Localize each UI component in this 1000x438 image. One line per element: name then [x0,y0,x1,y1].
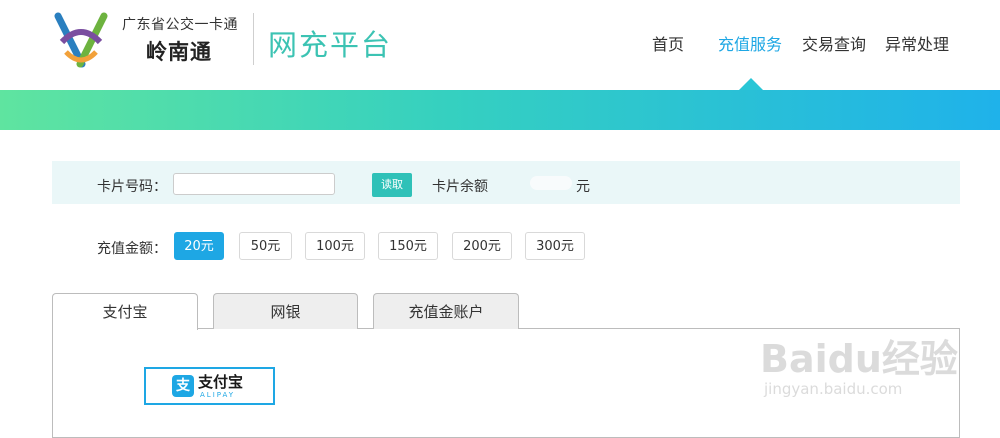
header-divider [253,13,254,65]
card-balance-value [530,176,572,190]
card-number-input[interactable] [173,173,335,195]
gradient-banner [0,90,1000,130]
brand-name: 岭南通 [146,40,212,64]
nav-exception-handling[interactable]: 异常处理 [885,31,949,55]
alipay-option[interactable]: 支 支付宝 ALIPAY [144,367,275,405]
card-balance-label: 卡片余额 [432,179,488,195]
platform-title: 网充平台 [268,28,393,62]
read-card-button[interactable]: 读取 [372,173,412,197]
tab-recharge-account[interactable]: 充值金账户 [373,293,519,329]
lingnantong-logo [54,12,108,68]
amount-option-50[interactable]: 50元 [239,232,292,260]
amount-option-100[interactable]: 100元 [305,232,365,260]
amount-option-200[interactable]: 200元 [452,232,512,260]
card-balance-unit: 元 [576,179,590,195]
amount-option-20[interactable]: 20元 [174,232,224,260]
watermark-sub: jingyan.baidu.com [764,380,903,398]
card-number-label: 卡片号码： [97,179,167,195]
nav-transaction-query[interactable]: 交易查询 [802,31,866,55]
nav-home[interactable]: 首页 [652,31,684,55]
amount-option-150[interactable]: 150元 [378,232,438,260]
baidu-watermark: Baidu经验 jingyan.baidu.com [760,318,960,408]
alipay-name: 支付宝 [198,373,244,391]
org-name: 广东省公交一卡通 [122,17,238,33]
tab-online-banking[interactable]: 网银 [213,293,358,329]
alipay-en: ALIPAY [200,391,236,399]
tab-alipay[interactable]: 支付宝 [52,293,198,330]
nav-recharge-service[interactable]: 充值服务 [718,31,782,55]
amount-label: 充值金额： [97,241,167,257]
header: 广东省公交一卡通 岭南通 网充平台 首页 充值服务 交易查询 异常处理 [0,0,1000,91]
alipay-icon: 支 [172,375,194,397]
amount-option-300[interactable]: 300元 [525,232,585,260]
watermark-main: Baidu经验 [760,337,958,381]
